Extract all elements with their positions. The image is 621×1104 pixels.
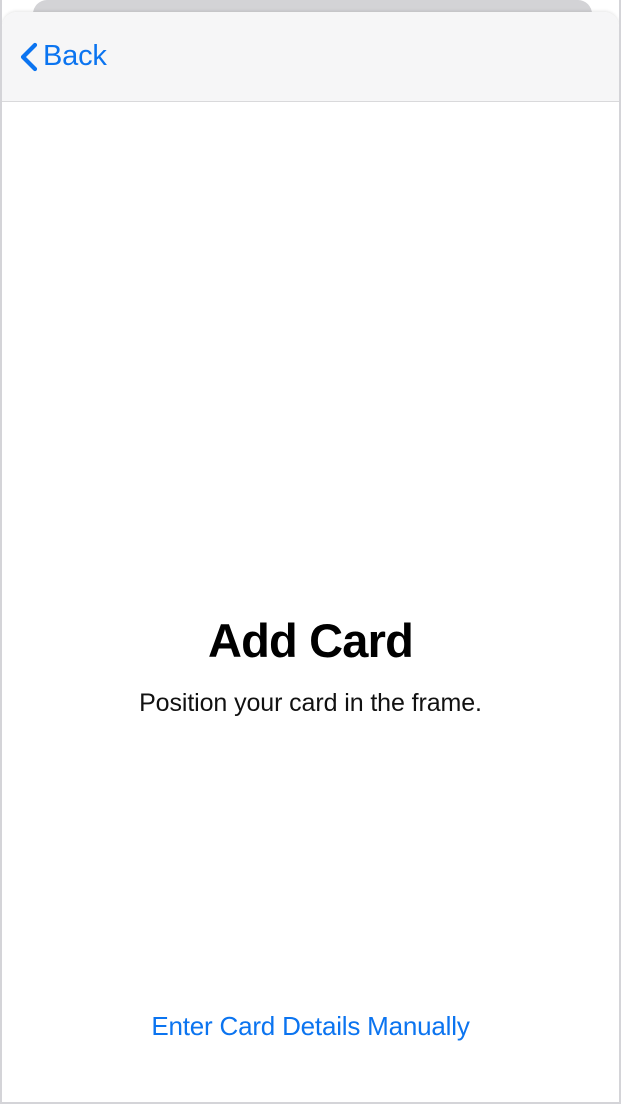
app-screen: Back Add Card Position your card in the … (0, 0, 621, 1104)
page-subtitle: Position your card in the frame. (139, 689, 482, 717)
enter-card-details-manually-link[interactable]: Enter Card Details Manually (2, 1013, 619, 1039)
content-area: Add Card Position your card in the frame… (2, 103, 619, 1102)
headline-block: Add Card Position your card in the frame… (2, 617, 619, 716)
card-scanner-viewport[interactable] (2, 103, 619, 1102)
navigation-bar: Back (2, 12, 619, 102)
back-button-label: Back (43, 40, 107, 72)
back-button[interactable]: Back (18, 38, 113, 76)
modal-sheet: Back Add Card Position your card in the … (2, 12, 619, 1102)
chevron-left-icon (20, 42, 38, 72)
page-title: Add Card (207, 614, 414, 667)
